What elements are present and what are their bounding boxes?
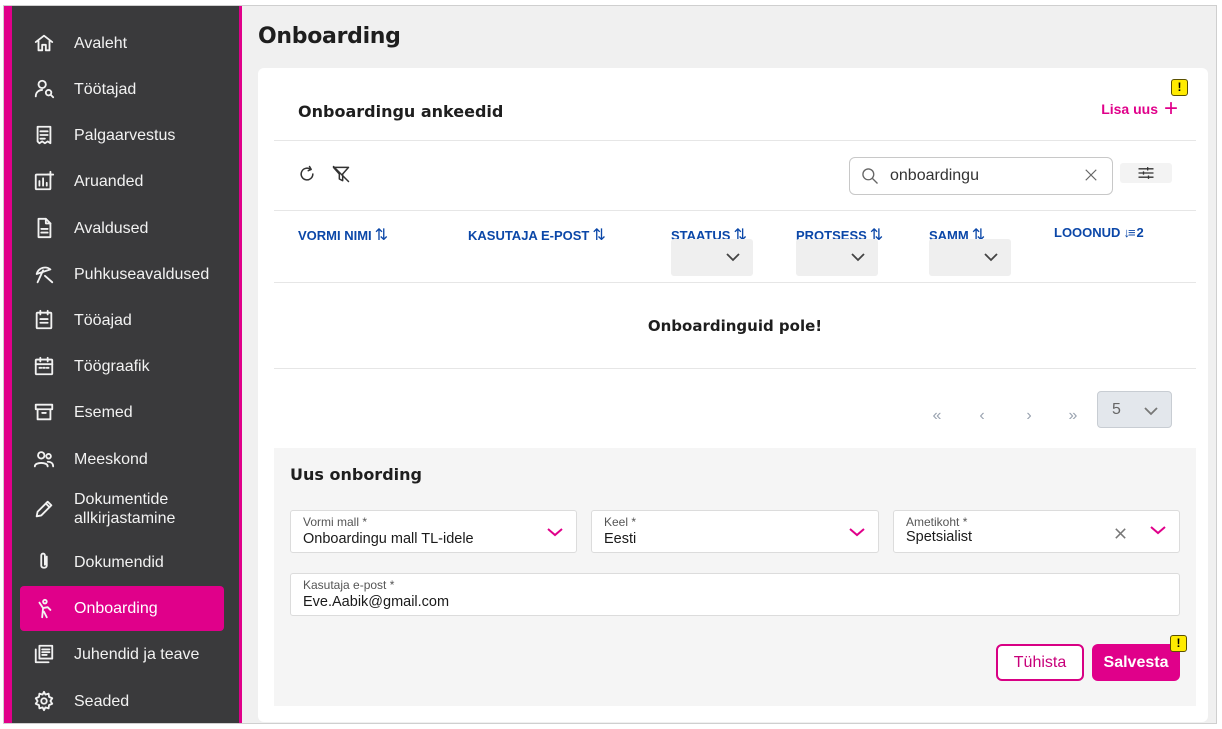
chevron-down-icon bbox=[984, 253, 998, 262]
home-icon bbox=[32, 31, 56, 55]
last-page-button[interactable]: » bbox=[1061, 407, 1085, 425]
chevron-down-icon bbox=[851, 253, 865, 262]
report-chart-icon bbox=[32, 169, 56, 193]
sidebar-item-label: Töögraafik bbox=[74, 357, 150, 375]
new-onboarding-section: Uus onbording Vormi mall * Onboardingu m… bbox=[274, 448, 1196, 706]
add-new-label: Lisa uus bbox=[1101, 101, 1158, 117]
group-icon bbox=[32, 447, 56, 471]
chevron-down-icon bbox=[546, 525, 564, 539]
sidebar-item-label: Seaded bbox=[74, 692, 130, 710]
warning-badge: ! bbox=[1171, 79, 1188, 96]
sidebar-item-juhendid-ja-teave[interactable]: Juhendid ja teave bbox=[20, 639, 224, 669]
sidebar-item-palgaarvestus[interactable]: Palgaarvestus bbox=[20, 120, 224, 150]
receipt-icon bbox=[32, 123, 56, 147]
sidebar-item-dokumentide-allkirjastamine[interactable]: Dokumentide allkirjastamine bbox=[20, 488, 224, 530]
search-box bbox=[849, 157, 1113, 195]
close-icon[interactable] bbox=[1082, 166, 1102, 186]
chevron-down-icon bbox=[1149, 523, 1167, 537]
sort-desc-icon: ↓≡ bbox=[1123, 225, 1135, 240]
sidebar-item-tootajad[interactable]: Töötajad bbox=[20, 74, 224, 104]
sidebar: Avaleht Töötajad Palgaarvestus Aruanded … bbox=[4, 6, 242, 723]
page-title: Onboarding bbox=[258, 24, 401, 49]
forms-card: Onboardingu ankeedid Lisa uus + ! onboar… bbox=[258, 68, 1208, 722]
chevron-down-icon bbox=[848, 525, 866, 539]
sidebar-item-label: Meeskond bbox=[74, 450, 148, 468]
process-filter-select[interactable] bbox=[796, 239, 878, 276]
sidebar-item-aruanded[interactable]: Aruanded bbox=[20, 166, 224, 196]
sidebar-item-label: Onboarding bbox=[74, 600, 158, 617]
table-header: VORMI NIMI ⇅ KASUTAJA E-POST ⇅ STAATUS ⇅… bbox=[274, 211, 1196, 283]
card-title: Onboardingu ankeedid bbox=[298, 102, 504, 121]
next-page-button[interactable]: › bbox=[1017, 407, 1041, 425]
person-search-icon bbox=[32, 77, 56, 101]
sort-icon: ⇅ bbox=[374, 227, 389, 244]
sidebar-item-toograafik[interactable]: Töögraafik bbox=[20, 351, 224, 381]
step-filter-select[interactable] bbox=[929, 239, 1011, 276]
chevron-down-icon bbox=[1144, 407, 1158, 416]
sidebar-item-label: Dokumentide allkirjastamine bbox=[74, 491, 176, 527]
sidebar-item-onboarding[interactable]: Onboarding bbox=[20, 586, 224, 631]
position-select[interactable]: Ametikoht * Spetsialist bbox=[893, 510, 1180, 553]
document-icon bbox=[32, 216, 56, 240]
new-onboarding-title: Uus onbording bbox=[290, 465, 422, 484]
table-toolbar bbox=[274, 141, 1196, 211]
column-header-looonud[interactable]: LOOONUD ↓≡ 2 bbox=[1054, 225, 1144, 240]
column-header-vormi-nimi[interactable]: VORMI NIMI ⇅ bbox=[298, 225, 389, 245]
first-page-button[interactable]: « bbox=[925, 407, 949, 425]
archive-box-icon bbox=[32, 400, 56, 424]
sidebar-item-avaleht[interactable]: Avaleht bbox=[20, 28, 224, 58]
cancel-button[interactable]: Tühista bbox=[996, 644, 1084, 681]
sidebar-item-label: Puhkuseavaldused bbox=[74, 265, 210, 283]
app-window: Avaleht Töötajad Palgaarvestus Aruanded … bbox=[3, 5, 1217, 724]
pagination: « ‹ › » 5 bbox=[274, 369, 1196, 447]
sidebar-item-esemed[interactable]: Esemed bbox=[20, 397, 224, 427]
close-icon[interactable] bbox=[1113, 526, 1129, 542]
search-input[interactable] bbox=[890, 167, 1080, 185]
sidebar-item-label: Palgaarvestus bbox=[74, 126, 176, 144]
save-button[interactable]: Salvesta bbox=[1092, 644, 1180, 681]
schedule-list-icon bbox=[32, 308, 56, 332]
pen-icon bbox=[32, 497, 56, 521]
sort-order-number: 2 bbox=[1136, 225, 1144, 240]
template-select[interactable]: Vormi mall * Onboardingu mall TL-idele bbox=[290, 510, 577, 553]
main-content: Onboarding Onboardingu ankeedid Lisa uus… bbox=[242, 6, 1216, 723]
sidebar-item-label: Aruanded bbox=[74, 172, 144, 190]
chevron-down-icon bbox=[726, 253, 740, 262]
sidebar-item-label: Dokumendid bbox=[74, 553, 164, 571]
filter-off-icon[interactable] bbox=[330, 163, 352, 185]
sort-icon: ⇅ bbox=[592, 227, 606, 244]
sidebar-item-avaldused[interactable]: Avaldused bbox=[20, 213, 224, 243]
person-wave-icon bbox=[32, 597, 56, 621]
page-size-select[interactable]: 5 bbox=[1097, 391, 1172, 428]
sidebar-item-label: Avaleht bbox=[74, 34, 128, 52]
sidebar-item-label: Tööajad bbox=[74, 311, 132, 329]
warning-badge: ! bbox=[1170, 635, 1187, 652]
sidebar-item-puhkuseavaldused[interactable]: Puhkuseavaldused bbox=[20, 259, 224, 289]
prev-page-button[interactable]: ‹ bbox=[970, 407, 994, 425]
column-settings-icon[interactable] bbox=[1120, 163, 1172, 183]
calendar-icon bbox=[32, 354, 56, 378]
sidebar-item-seaded[interactable]: Seaded bbox=[20, 686, 224, 716]
plus-icon: + bbox=[1163, 95, 1178, 122]
refresh-icon[interactable] bbox=[296, 163, 318, 185]
paperclip-icon bbox=[32, 550, 56, 574]
card-header: Onboardingu ankeedid Lisa uus + ! bbox=[274, 68, 1196, 141]
status-filter-select[interactable] bbox=[671, 239, 753, 276]
sidebar-item-tooajad[interactable]: Tööajad bbox=[20, 305, 224, 335]
sidebar-item-label: Juhendid ja teave bbox=[74, 645, 200, 663]
add-new-button[interactable]: Lisa uus + bbox=[1101, 95, 1178, 122]
library-books-icon bbox=[32, 642, 56, 666]
sidebar-item-meeskond[interactable]: Meeskond bbox=[20, 444, 224, 474]
sidebar-item-label: Töötajad bbox=[74, 80, 137, 98]
empty-table-message: Onboardinguid pole! bbox=[274, 283, 1196, 369]
sidebar-item-label: Esemed bbox=[74, 403, 133, 421]
email-field[interactable]: Kasutaja e-post * Eve.Aabik@gmail.com bbox=[290, 573, 1180, 616]
language-select[interactable]: Keel * Eesti bbox=[591, 510, 879, 553]
column-header-kasutaja-e-post[interactable]: KASUTAJA E-POST ⇅ bbox=[468, 225, 606, 245]
sidebar-item-label: Avaldused bbox=[74, 219, 149, 237]
gear-icon bbox=[32, 689, 56, 713]
beach-umbrella-icon bbox=[32, 262, 56, 286]
search-icon bbox=[860, 166, 880, 186]
sidebar-item-dokumendid[interactable]: Dokumendid bbox=[20, 547, 224, 577]
